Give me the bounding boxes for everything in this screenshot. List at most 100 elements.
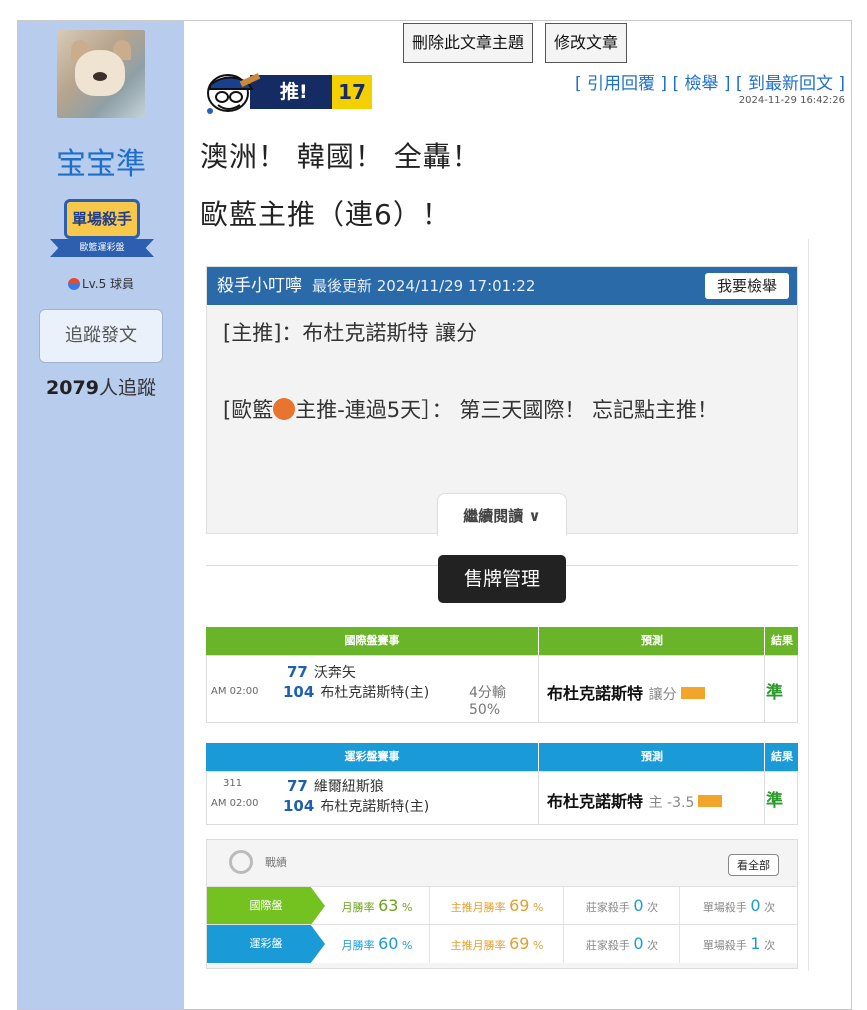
main-pick-value: 69 <box>509 896 530 915</box>
prediction-type: 讓分 <box>648 687 677 703</box>
target-icon <box>229 850 253 874</box>
single-value: 1 <box>750 934 761 953</box>
post-frame: 宝宝準 單場殺手 歐籃運彩盤 Lv.5 球員 追蹤發文 2079人追蹤 刪除此文… <box>17 20 852 1010</box>
followers-count: 2079人追蹤 <box>18 373 184 400</box>
single-killer: 單場殺手 0 次 <box>681 887 797 925</box>
month-win-label: 月勝率 <box>341 901 375 914</box>
push-button[interactable]: 推! 17 <box>204 71 372 114</box>
prediction-team: 布杜克諾斯特 <box>547 684 644 703</box>
avatar[interactable] <box>57 30 145 118</box>
away-team-number: 77 <box>287 663 308 681</box>
lottery-table-row[interactable]: 311 AM 02:00 77 維爾紐斯狼 104 布杜克諾斯特(主) 布杜克諾斯特… <box>206 771 798 825</box>
sell-management-button[interactable]: 售牌管理 <box>438 555 566 603</box>
main-pick-label: 主推月勝率 <box>450 901 506 914</box>
lottery-header-pred: 預測 <box>538 743 765 771</box>
match-time: AM 02:00 <box>211 798 259 809</box>
post-text-line-2: 歐藍主推（連6）！ <box>200 198 451 231</box>
col-divider <box>538 772 539 824</box>
score-note: 4分輸 <box>469 685 506 701</box>
read-more-button[interactable]: 繼續閱讀 ∨ <box>437 493 567 536</box>
reminder-panel: 殺手小叮嚀 最後更新 2024/11/29 17:01:22 我要檢舉 [主推]：… <box>206 266 798 536</box>
main-pick-icon <box>680 687 705 699</box>
reminder-title: 殺手小叮嚀 <box>217 276 302 296</box>
intl-table-row[interactable]: AM 02:00 77 沃奔矢 104 布杜克諾斯特(主) 4分輸 50% 布杜克諾… <box>206 655 798 723</box>
follow-button[interactable]: 追蹤發文 <box>39 309 163 363</box>
reminder-header: 殺手小叮嚀 最後更新 2024/11/29 17:01:22 我要檢舉 <box>207 267 797 305</box>
main-pick-icon <box>698 795 723 807</box>
intl-header-pred: 預測 <box>538 627 765 655</box>
prediction-type: 主 -3.5 <box>648 795 695 811</box>
killer-badge: 單場殺手 歐籃運彩盤 <box>50 199 154 261</box>
cell-divider <box>563 925 564 963</box>
reminder-text-b: 主推-連過5天］： 第三天國際！ 忘記點主推！ <box>295 398 718 422</box>
main-pick-win-rate: 主推月勝率 69 % <box>450 934 544 953</box>
post-main: 刪除此文章主題 修改文章 推! 17 [ 引用回覆 ] [ 檢舉 ] [ 到最新… <box>184 21 851 1009</box>
author-sidebar: 宝宝準 單場殺手 歐籃運彩盤 Lv.5 球員 追蹤發文 2079人追蹤 <box>18 21 184 1009</box>
lottery-header-match: 運彩盤賽事 <box>344 750 400 763</box>
latest-reply-link[interactable]: [ 到最新回文 ] <box>736 74 845 94</box>
single-label: 單場殺手 <box>702 901 747 914</box>
delete-topic-button[interactable]: 刪除此文章主題 <box>403 23 534 63</box>
cell-divider <box>679 887 680 925</box>
prediction: 布杜克諾斯特 主 -3.5 <box>547 788 723 812</box>
edit-post-button[interactable]: 修改文章 <box>545 23 628 63</box>
single-value: 0 <box>750 896 761 915</box>
lottery-header-result: 結果 <box>764 743 799 771</box>
col-divider <box>764 656 765 722</box>
main-pick-win-rate: 主推月勝率 69 % <box>450 896 544 915</box>
quote-reply-link[interactable]: [ 引用回覆 ] <box>575 74 667 94</box>
ball-icon <box>67 278 80 290</box>
percent-note: 50% <box>469 702 501 718</box>
stats-tag: 運彩盤 <box>207 925 325 963</box>
unit-label: 次 <box>764 901 776 914</box>
cell-divider <box>679 925 680 963</box>
away-team-number: 77 <box>287 777 308 795</box>
main-pick-label: 主推月勝率 <box>450 939 506 952</box>
report-link[interactable]: [ 檢舉 ] <box>672 74 730 94</box>
unit-label: 次 <box>647 939 659 952</box>
main-pick-value: 69 <box>509 934 530 953</box>
report-button[interactable]: 我要檢舉 <box>704 273 789 299</box>
col-divider <box>538 656 539 722</box>
stats-tag: 國際盤 <box>207 887 325 925</box>
banker-value: 0 <box>633 896 644 915</box>
post-text-line-1: 澳洲！ 韓國！ 全轟！ <box>200 140 481 173</box>
banker-killer: 莊家殺手 0 次 <box>565 925 679 963</box>
intl-header-match: 國際盤賽事 <box>344 634 400 647</box>
stats-title: 戰績 <box>265 856 287 869</box>
reminder-updated: 最後更新 2024/11/29 17:01:22 <box>312 277 536 295</box>
away-team: 77 維爾紐斯狼 <box>287 776 384 796</box>
view-all-button[interactable]: 看全部 <box>728 854 779 876</box>
month-win-value: 63 <box>378 896 399 915</box>
author-name[interactable]: 宝宝準 <box>18 139 184 183</box>
banker-value: 0 <box>633 934 644 953</box>
home-team: 104 布杜克諾斯特(主) <box>283 682 429 702</box>
away-team-name: 沃奔矢 <box>313 665 356 681</box>
push-count: 17 <box>332 75 372 109</box>
basketball-icon <box>273 398 296 420</box>
intl-table-header: 國際盤賽事 預測 結果 <box>206 627 798 655</box>
single-label: 單場殺手 <box>702 939 747 952</box>
reminder-text: [歐籃 主推-連過5天］： 第三天國際！ 忘記點主推！ <box>223 391 783 429</box>
cell-divider <box>429 925 430 963</box>
killer-embed: 殺手小叮嚀 最後更新 2024/11/29 17:01:22 我要檢舉 [主推]：… <box>198 239 809 971</box>
match-time: AM 02:00 <box>211 686 259 697</box>
followers-number: 2079 <box>46 377 99 399</box>
stats-row-lottery: 運彩盤 月勝率 60 % 主推月勝率 69 % 莊家殺手 0 次 單場殺手 1 … <box>207 924 797 963</box>
result-mark: 準 <box>766 683 783 703</box>
reminder-text-a: [歐籃 <box>223 398 274 422</box>
month-win-rate: 月勝率 63 % <box>341 896 413 915</box>
banker-label: 莊家殺手 <box>585 939 630 952</box>
home-team-name: 布杜克諾斯特(主) <box>320 799 430 815</box>
followers-label: 人追蹤 <box>98 377 156 399</box>
home-team: 104 布杜克諾斯特(主) <box>283 796 429 816</box>
push-label: 推! <box>250 75 332 109</box>
month-win-rate: 月勝率 60 % <box>341 934 413 953</box>
banker-killer: 莊家殺手 0 次 <box>565 887 679 925</box>
unit-label: 次 <box>764 939 776 952</box>
home-team-number: 104 <box>283 797 315 815</box>
stats-panel: 戰績 看全部 國際盤 月勝率 63 % 主推月勝率 69 % 莊家殺手 0 次 … <box>206 839 798 969</box>
mascot-icon <box>207 73 261 114</box>
badge-ribbon: 歐籃運彩盤 <box>50 239 154 257</box>
reminder-main-pick: [主推]：布杜克諾斯特 讓分 <box>223 321 478 345</box>
